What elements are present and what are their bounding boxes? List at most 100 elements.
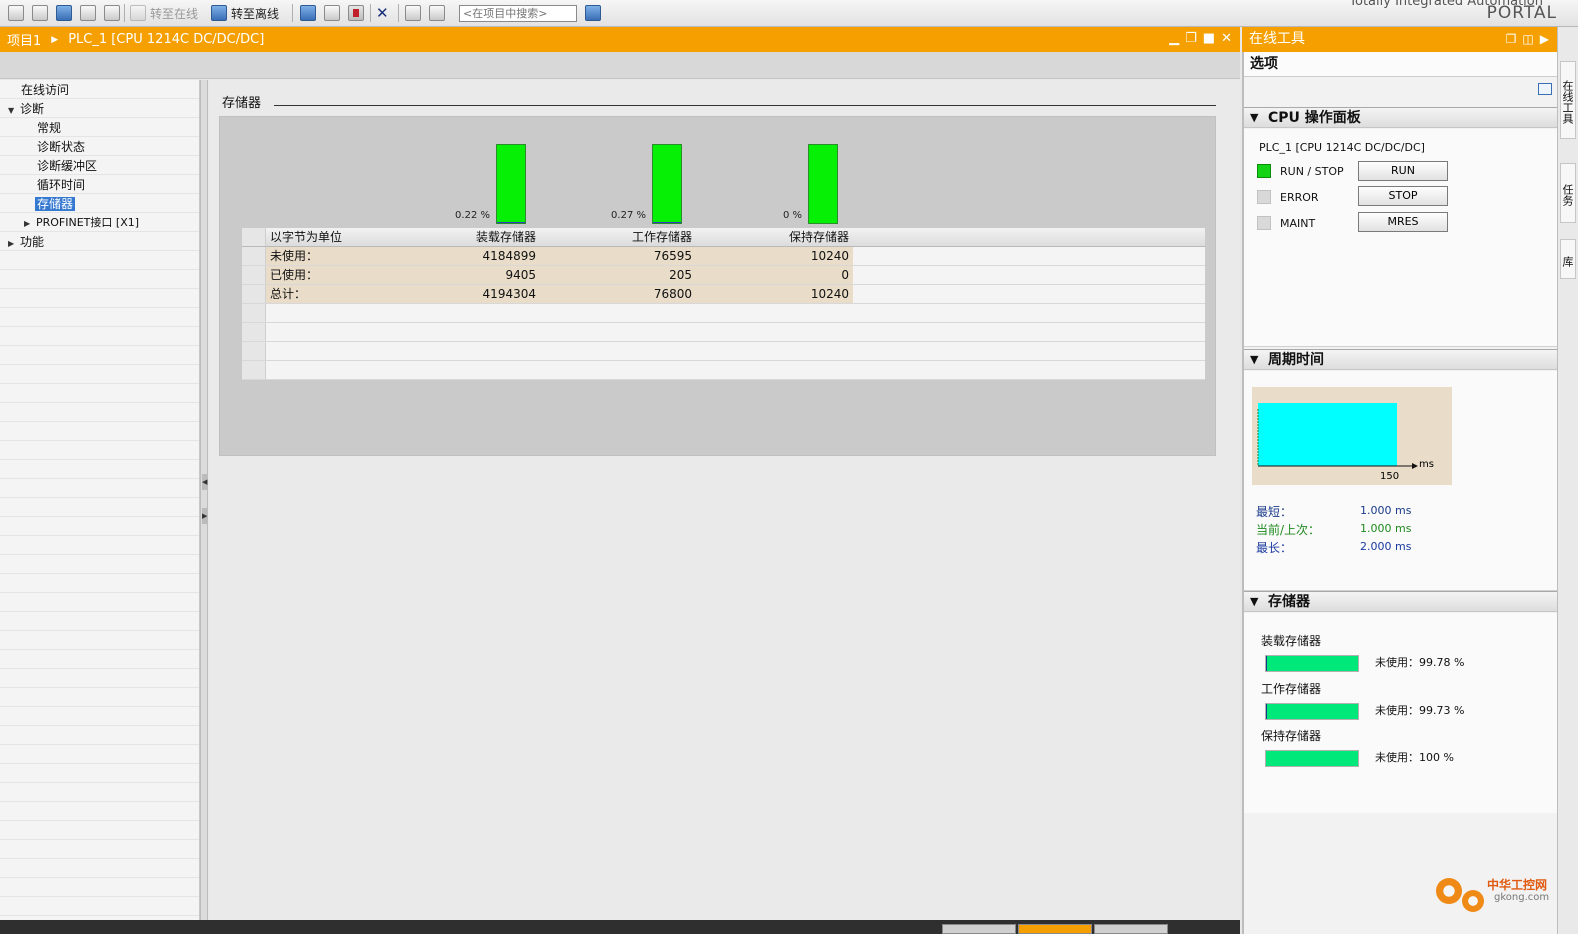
collapse-panel-icon[interactable]: ▶ [1540, 27, 1549, 51]
max-value: 2.000 ms [1360, 540, 1412, 553]
tab-online-tools[interactable]: 在线工具 [1560, 61, 1576, 139]
gear-icon [1436, 878, 1462, 904]
maint-led [1257, 216, 1271, 230]
breadcrumb-device[interactable]: PLC_1 [CPU 1214C DC/DC/DC] [68, 32, 264, 47]
tree-label: PROFINET接口 [X1] [36, 216, 140, 229]
tree-label: 诊断缓冲区 [37, 159, 98, 173]
bottom-tab[interactable] [942, 924, 1016, 934]
download-icon [32, 5, 48, 21]
restore-icon[interactable]: ❐ [1185, 31, 1197, 46]
stop-sim-icon [104, 5, 120, 21]
table-row[interactable]: 未使用： 4184899 76595 10240 [242, 247, 1205, 266]
chevron-down-icon[interactable]: ▼ [1250, 108, 1258, 128]
restore-panel-icon[interactable]: ❐ [1506, 27, 1517, 51]
work-memory-bar [652, 144, 682, 224]
table-row[interactable]: 已使用： 9405 205 0 [242, 266, 1205, 285]
float-panel-icon[interactable]: ◫ [1522, 27, 1533, 51]
split-horizontal-button[interactable] [405, 4, 421, 22]
load-memory-free-text: 未使用：99.78 % [1375, 656, 1465, 669]
project-search-input[interactable] [459, 5, 577, 22]
search-button[interactable] [585, 4, 601, 22]
tree-item-general[interactable]: 常规 [37, 119, 61, 137]
chevron-down-icon[interactable]: ▼ [1250, 350, 1258, 370]
work-memory-free-text: 未使用：99.73 % [1375, 704, 1465, 717]
panel-layout-icon[interactable] [1538, 83, 1552, 95]
bottom-tab[interactable] [1094, 924, 1168, 934]
diagnostics-tree: 在线访问 ▼ 诊断 常规 诊断状态 诊断缓冲区 循环时间 存储器 ▶ PROFINE… [0, 80, 200, 920]
table-row[interactable]: 总计： 4194304 76800 10240 [242, 285, 1205, 304]
tree-label: 循环时间 [37, 178, 86, 192]
breadcrumb-project[interactable]: 项目1 [7, 30, 41, 49]
caret-down-icon[interactable]: ▼ [8, 102, 20, 120]
tab-tasks[interactable]: 任务 [1560, 163, 1576, 223]
collapse-left-icon[interactable]: ◀ [202, 474, 207, 490]
memory-section-header[interactable]: ▼ 存储器 [1244, 591, 1557, 612]
task-card-tabs: 在线工具 任务 库 [1557, 27, 1578, 934]
cpu-panel-title: CPU 操作面板 [1268, 110, 1361, 126]
online-tools-title: 在线工具 [1249, 31, 1305, 47]
tree-item-diag-buffer[interactable]: 诊断缓冲区 [37, 157, 97, 175]
retain-memory-bar [808, 144, 838, 224]
caret-right-icon[interactable]: ▶ [24, 215, 36, 233]
error-led [1257, 190, 1271, 204]
minimize-icon[interactable]: ▁ [1169, 31, 1179, 46]
bottom-tab-active[interactable] [1018, 924, 1092, 934]
cycle-range-bar [1258, 403, 1397, 466]
current-value: 1.000 ms [1360, 522, 1412, 535]
memory-panel: 0.22 % 0.27 % 0 % 以字节为单位 装载存储器 工作存储器 保持存… [219, 116, 1216, 456]
cpu-panel-header[interactable]: ▼ CPU 操作面板 [1244, 107, 1557, 128]
caret-right-icon[interactable]: ▶ [8, 235, 20, 253]
cancel-button[interactable]: ✕ [376, 4, 389, 22]
bottom-tab-strip [0, 920, 1240, 934]
tab-libraries[interactable]: 库 [1560, 239, 1576, 279]
tree-splitter[interactable]: ◀ ▶ [200, 80, 208, 920]
memory-table: 以字节为单位 装载存储器 工作存储器 保持存储器 未使用： 4184899 76… [242, 228, 1205, 380]
load-value: 9405 [384, 266, 540, 284]
section-divider [274, 105, 1216, 106]
go-online-icon [130, 5, 146, 21]
upload-icon [56, 5, 72, 21]
start-simulation-button[interactable] [80, 4, 96, 22]
cycle-time-chart: ms 150 [1252, 387, 1452, 485]
cycle-time-header[interactable]: ▼ 周期时间 [1244, 349, 1557, 370]
stop-runtime-button[interactable] [348, 4, 364, 22]
tree-item-cycle-time[interactable]: 循环时间 [37, 176, 85, 194]
compile-button[interactable] [8, 4, 24, 22]
column-header: 保持存储器 [788, 230, 849, 244]
error-label: ERROR [1280, 191, 1319, 204]
tree-item-functions[interactable]: ▶ 功能 [8, 233, 44, 251]
stop-button[interactable]: STOP [1358, 186, 1448, 206]
maximize-icon[interactable]: ■ [1203, 31, 1215, 46]
load-memory-used-fill [1266, 656, 1268, 671]
accessible-devices-button[interactable] [300, 4, 316, 22]
simulation-icon [80, 5, 96, 21]
tree-label: 功能 [20, 235, 45, 249]
tree-item-memory[interactable]: 存储器 [35, 195, 76, 213]
tree-item-online-access[interactable]: 在线访问 [21, 81, 69, 99]
tree-label: 存储器 [35, 197, 76, 211]
work-value: 205 [540, 266, 696, 284]
go-offline-button[interactable]: 转至离线 [211, 4, 279, 22]
tree-item-diagnostics[interactable]: ▼ 诊断 [8, 100, 44, 118]
tree-label: 在线访问 [21, 83, 70, 97]
expand-right-icon[interactable]: ▶ [202, 508, 207, 524]
stop-simulation-button[interactable] [104, 4, 120, 22]
tree-item-diag-status[interactable]: 诊断状态 [37, 138, 85, 156]
axis-tick: 150 [1380, 471, 1399, 482]
load-memory-label: 装载存储器 [1261, 634, 1322, 648]
split-vertical-button[interactable] [429, 4, 445, 22]
load-value: 4184899 [384, 247, 540, 265]
download-button[interactable] [32, 4, 48, 22]
cross-reference-button[interactable] [324, 4, 340, 22]
section-title: 存储器 [222, 96, 262, 111]
tree-item-profinet[interactable]: ▶ PROFINET接口 [X1] [24, 214, 139, 232]
go-offline-icon [211, 5, 227, 21]
go-online-button[interactable]: 转至在线 [130, 4, 198, 22]
upload-button[interactable] [56, 4, 72, 22]
run-button[interactable]: RUN [1358, 161, 1448, 181]
axis-unit: ms [1419, 459, 1434, 470]
binoculars-icon [585, 5, 601, 21]
chevron-down-icon[interactable]: ▼ [1250, 592, 1258, 612]
close-icon[interactable]: ✕ [1221, 31, 1232, 46]
mres-button[interactable]: MRES [1358, 212, 1448, 232]
